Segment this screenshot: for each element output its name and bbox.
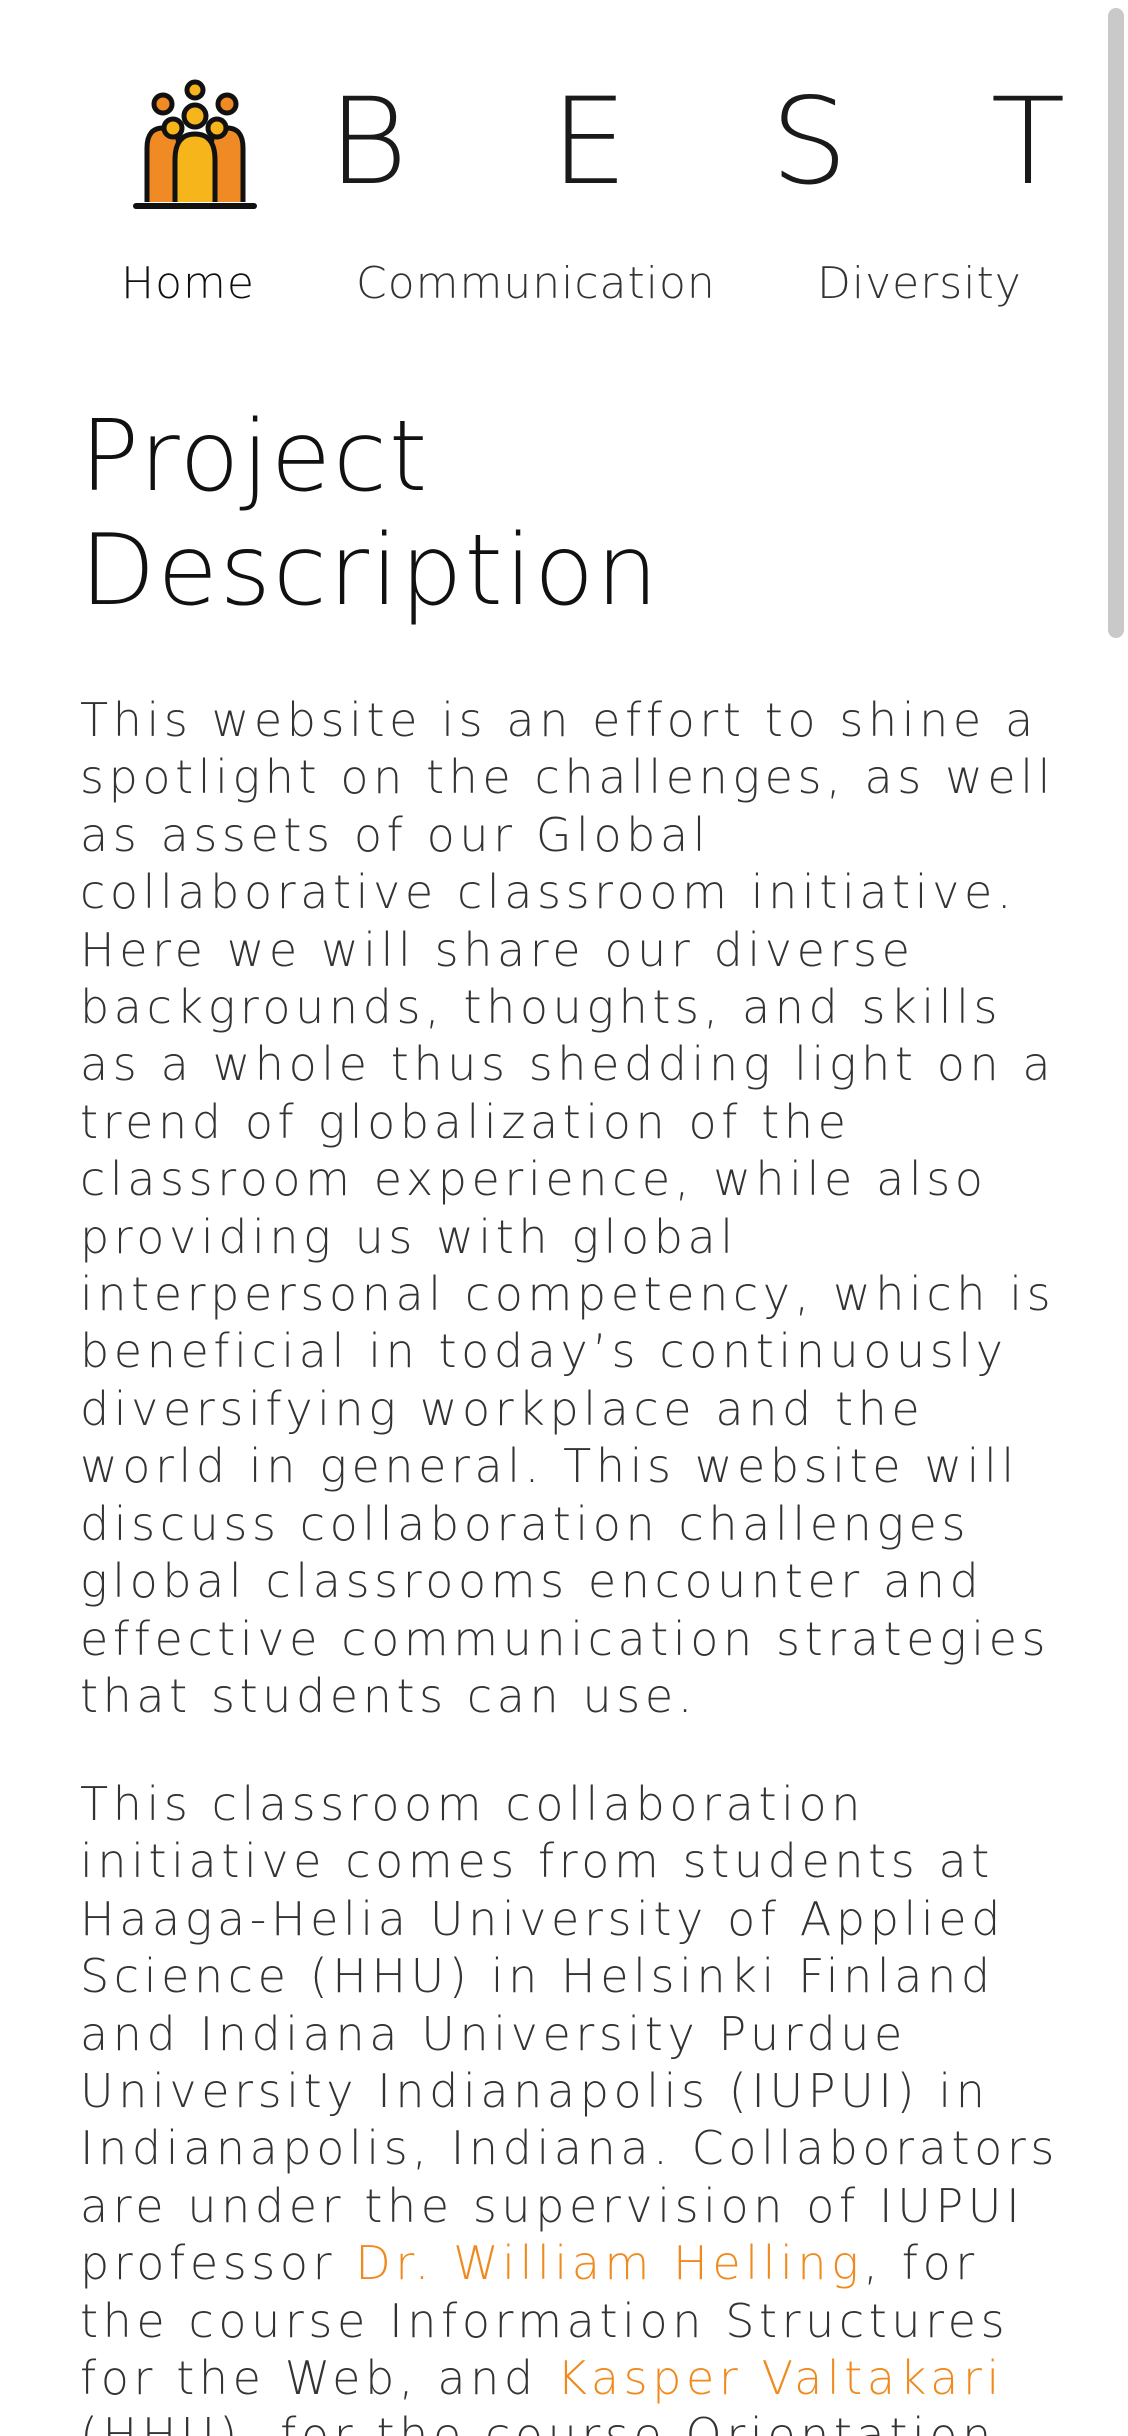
people-group-icon [133,79,257,209]
nav-diversity[interactable]: Diversity [817,258,1022,309]
project-description-paragraph: This website is an effort to shine a spo… [80,693,1056,1723]
helling-link[interactable]: Dr. William Helling [355,2236,863,2290]
site-header: B E S T - G Home Communication Diversity [0,0,1128,309]
paragraph-text: (HHU), for the course Orientation [80,2408,996,2436]
page-scrollbar[interactable] [1104,0,1128,2436]
main-nav: Home Communication Diversity [0,258,1100,318]
nav-home[interactable]: Home [121,258,255,309]
site-brand-title[interactable]: B E S T - G [328,73,1128,210]
page-title: Project Description [80,400,1040,628]
valtakari-link[interactable]: Kasper Valtakari [557,2351,1004,2405]
page: B E S T - G Home Communication Diversity… [0,0,1128,2436]
collaboration-paragraph: This classroom collaboration initiative … [80,1776,1060,2436]
main-content: Project Description This website is an e… [80,400,1054,2436]
page-title-line1: Project [80,400,430,514]
paragraph-text: This classroom collaboration initiative … [80,1777,1059,2291]
scrollbar-thumb[interactable] [1108,8,1124,638]
nav-communication[interactable]: Communication [356,258,716,309]
page-title-line2: Description [80,514,661,628]
